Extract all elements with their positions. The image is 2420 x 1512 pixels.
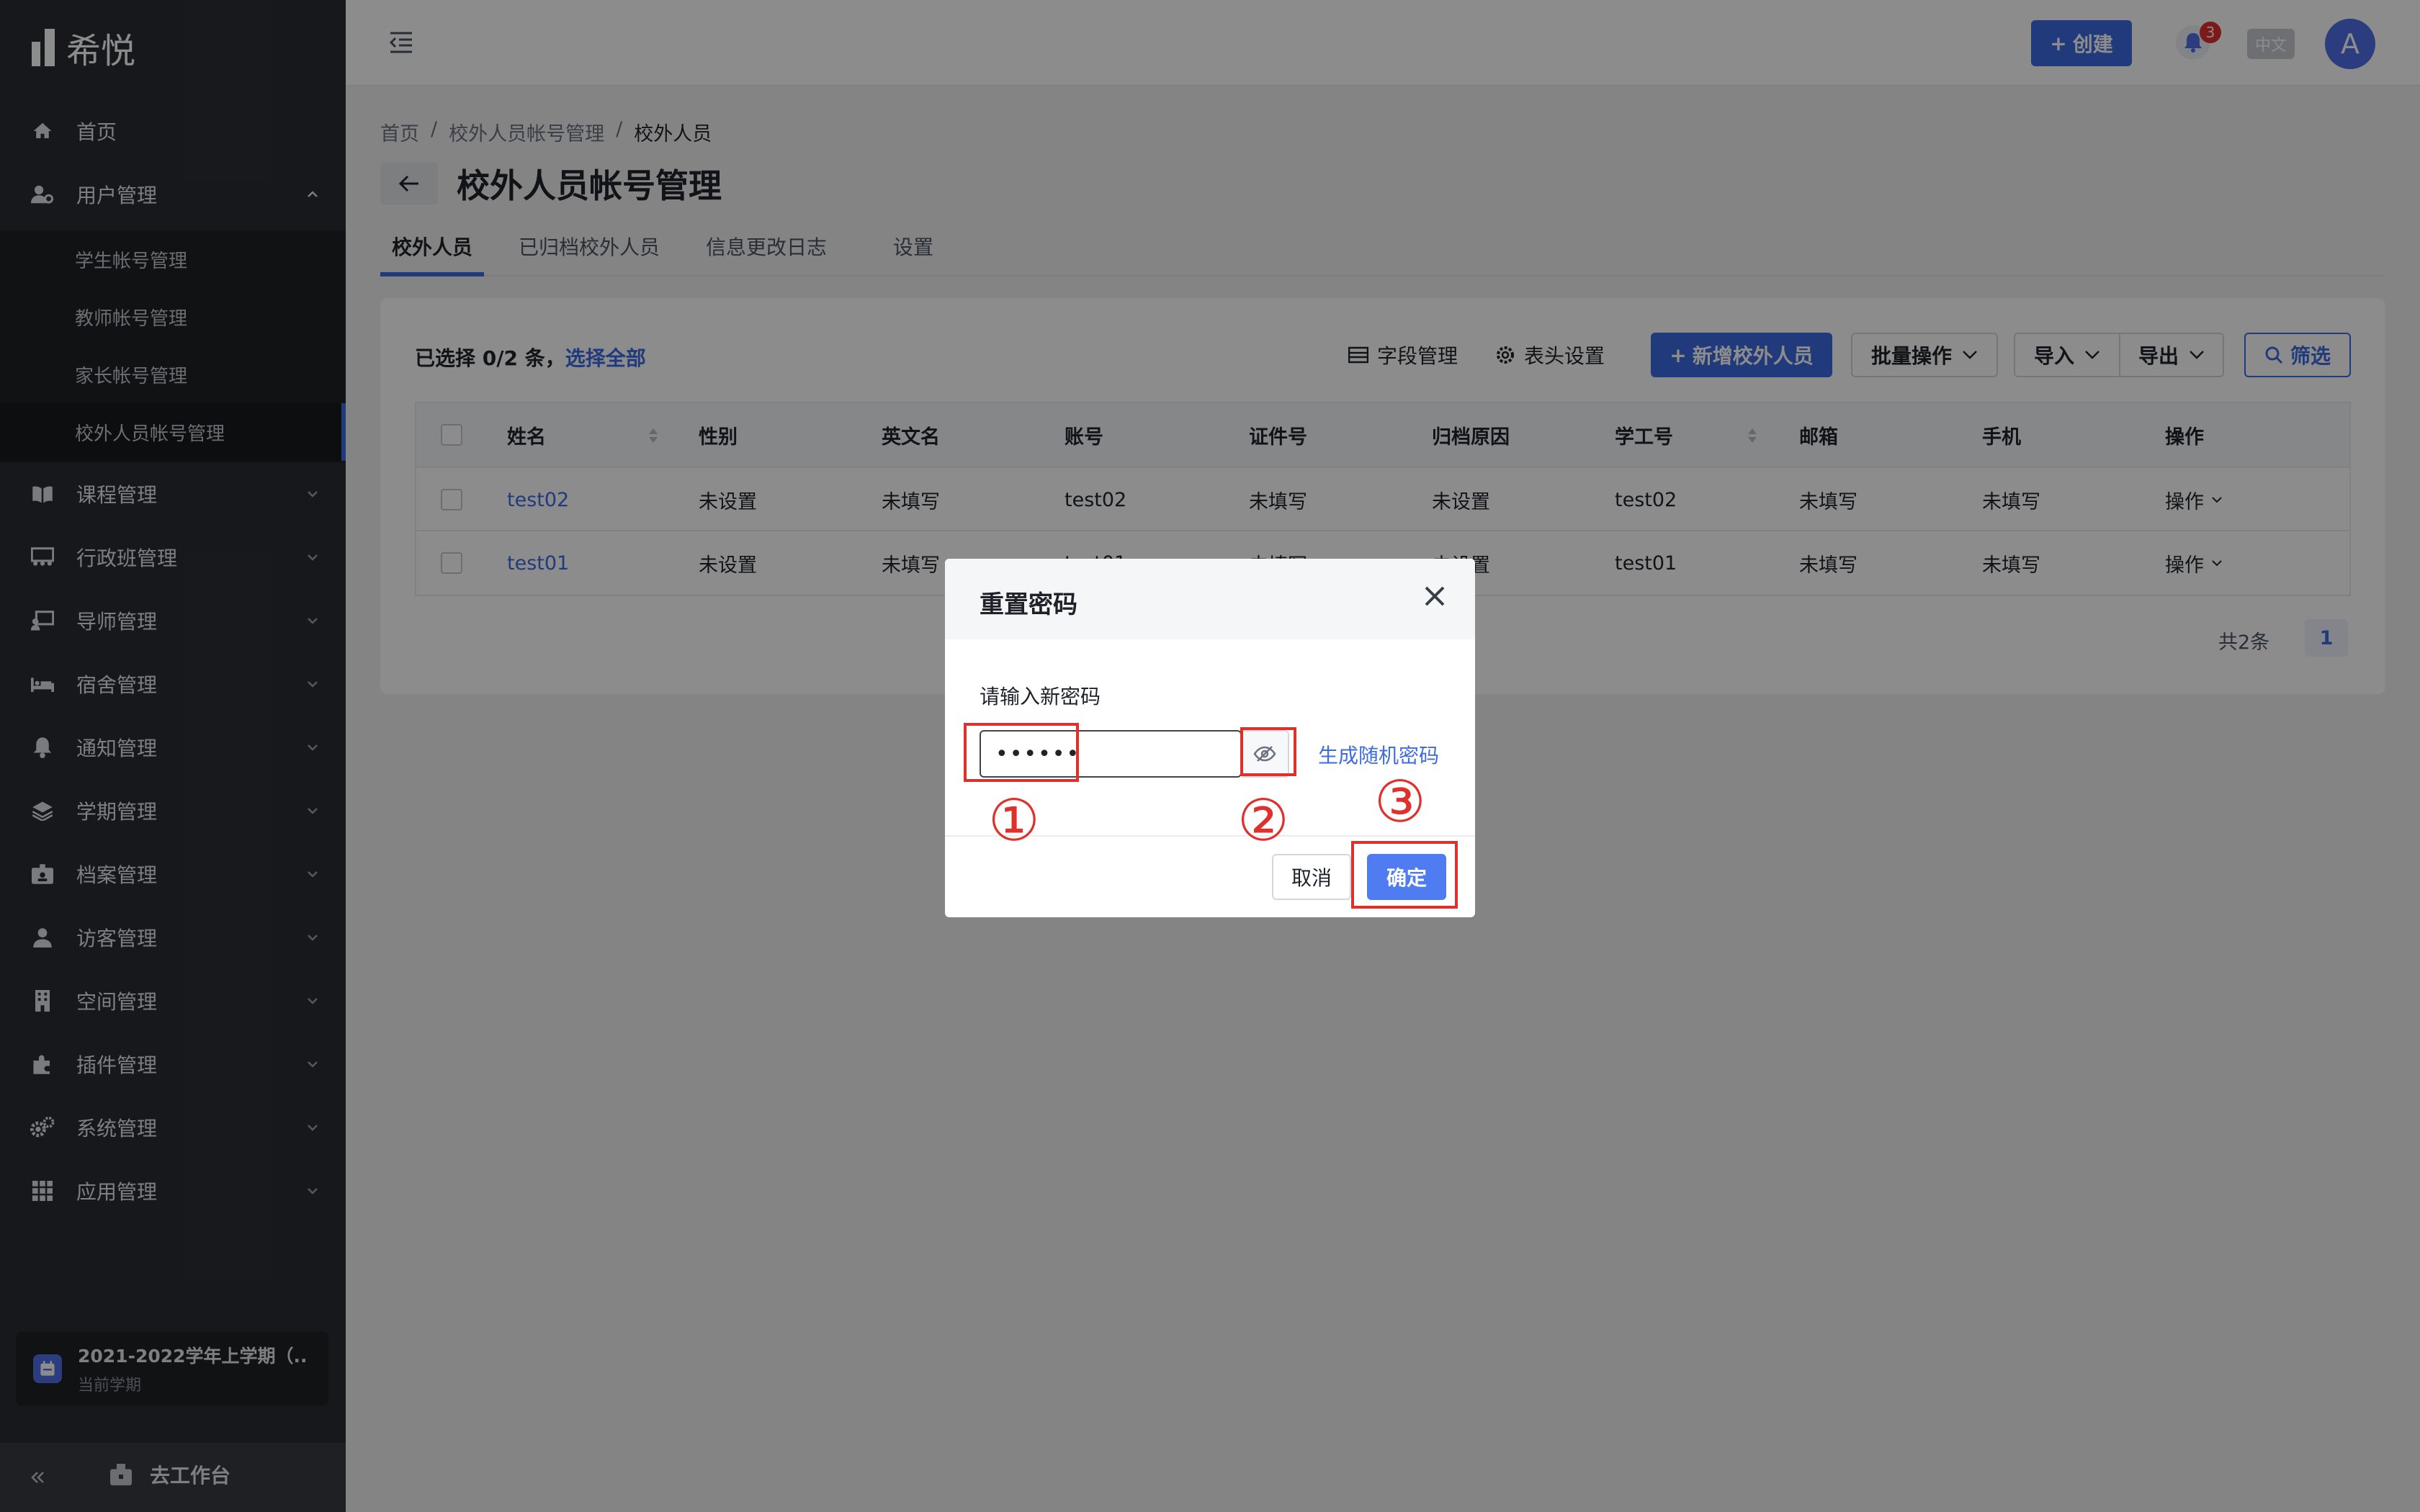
annotation-box-visibility-toggle [1240,727,1296,776]
annotation-number-2: ② [1237,787,1289,854]
close-icon[interactable] [1422,583,1448,609]
generate-random-password-link[interactable]: 生成随机密码 [1318,740,1439,769]
dialog-header: 重置密码 [945,559,1475,639]
annotation-box-password-input [964,723,1079,782]
annotation-number-3: ③ [1374,768,1426,835]
cancel-button[interactable]: 取消 [1272,854,1351,900]
password-label: 请输入新密码 [980,685,1101,708]
dialog-title: 重置密码 [980,590,1077,619]
annotation-box-confirm-button [1351,841,1458,909]
annotation-number-1: ① [988,787,1040,854]
